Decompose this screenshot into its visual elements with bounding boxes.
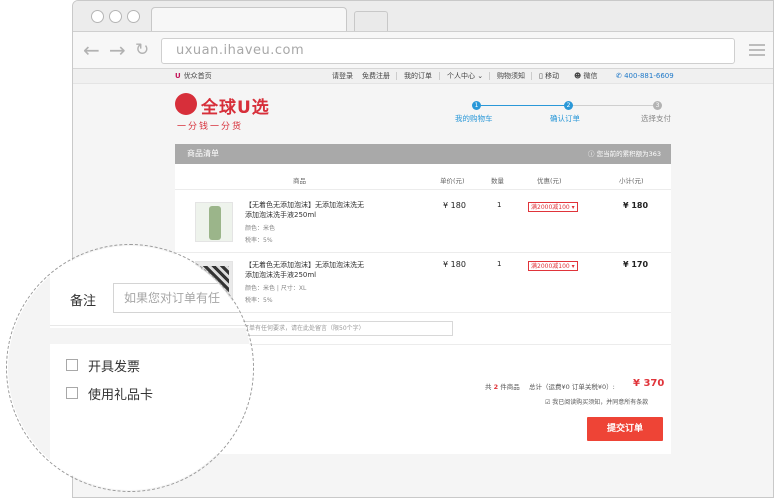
wechat-link[interactable]: ☻ 微信: [574, 69, 598, 83]
col-subtotal: 小计(元): [619, 177, 644, 185]
order-total: ¥ 370: [633, 378, 665, 389]
order-total-detail: 总计（运费¥0 订单关税¥0）:: [529, 383, 615, 391]
quantity: 1: [497, 260, 502, 268]
reload-icon[interactable]: ↻: [135, 39, 149, 61]
invoice-label: 开具发票: [88, 360, 141, 375]
forward-arrow-icon[interactable]: →: [109, 39, 126, 61]
item-subtotal: ¥ 180: [623, 201, 649, 210]
browser-tab[interactable]: [151, 7, 347, 32]
window-close-icon[interactable]: [91, 10, 104, 23]
col-product: 商品: [293, 177, 306, 185]
quantity: 1: [497, 201, 502, 209]
register-link[interactable]: 免费注册: [362, 69, 390, 83]
product-spec: 颜色：米色 | 尺寸：XL: [245, 285, 307, 292]
site-topbar: U 优众首页 请登录 免费注册 我的订单 个人中心 ⌄ 购物须知 ▯ 移动 ☻ 微…: [73, 69, 773, 84]
phone-icon: ▯: [539, 72, 543, 80]
item-count: 共 2 件商品: [485, 383, 520, 391]
home-link[interactable]: U 优众首页: [175, 69, 212, 83]
agree-terms[interactable]: ☑ 我已阅读购买须知，并同意所有条款: [545, 397, 648, 406]
product-spec: 颜色：米色: [245, 225, 276, 232]
giftcard-label: 使用礼品卡: [88, 388, 154, 403]
panel-title: 商品清单: [187, 149, 219, 158]
shopping-guide-link[interactable]: 购物须知: [497, 69, 525, 83]
window-minimize-icon[interactable]: [109, 10, 122, 23]
col-qty: 数量: [491, 177, 504, 185]
mobile-link[interactable]: ▯ 移动: [539, 69, 559, 83]
promo-select[interactable]: 满2000减100 ▾: [528, 261, 578, 271]
my-orders-link[interactable]: 我的订单: [404, 69, 432, 83]
unit-price: ¥ 180: [443, 260, 466, 269]
product-image[interactable]: [195, 202, 233, 242]
logo-slogan: 一分钱一分货: [177, 122, 244, 132]
hamburger-menu-icon[interactable]: [749, 44, 765, 59]
hotline: ✆ 400-881-6609: [616, 72, 674, 80]
step-1-label: 我的购物车: [455, 114, 493, 123]
col-price: 单价(元): [440, 177, 465, 185]
step-3-label: 选择支付: [641, 114, 671, 123]
product-name[interactable]: 【无着色无添加泡沫】无添加泡沫洗无添加泡沫洗手液250ml: [245, 260, 365, 280]
points-hint: ⓘ 您当前的累积额为363: [588, 150, 661, 158]
step-3-dot: 3: [653, 101, 662, 110]
item-subtotal: ¥ 170: [623, 260, 649, 269]
panel-header: 商品清单 ⓘ 您当前的累积额为363: [175, 144, 671, 164]
step-1-dot: 1: [472, 101, 481, 110]
new-tab-button[interactable]: [354, 11, 388, 31]
logo-brand: 全球U选: [201, 98, 270, 118]
order-note-input[interactable]: 订单有任何要求，请在此处留言（限50个字）: [239, 321, 453, 336]
back-arrow-icon[interactable]: ←: [83, 39, 100, 61]
col-discount: 优惠(元): [537, 177, 562, 185]
checkout-steps: 1 2 3 我的购物车 确认订单 选择支付: [453, 99, 683, 129]
login-link[interactable]: 请登录: [332, 69, 353, 83]
wechat-icon: ☻: [574, 72, 582, 80]
product-tax: 税率：5%: [245, 237, 273, 244]
zoom-magnifier: 备注 如果您对订单有任 开具发票 使用礼品卡: [8, 246, 252, 490]
site-logo[interactable]: 全球U选 一分钱一分货: [175, 93, 275, 133]
user-center-link[interactable]: 个人中心 ⌄: [447, 69, 483, 83]
step-2-dot: 2: [564, 101, 573, 110]
note-label: 备注: [70, 294, 97, 309]
product-name[interactable]: 【无着色无添加泡沫】无添加泡沫洗无添加泡沫洗手液250ml: [245, 200, 365, 220]
giftcard-checkbox[interactable]: [66, 387, 78, 399]
browser-titlebar: [73, 1, 773, 32]
invoice-checkbox[interactable]: [66, 359, 78, 371]
zoom-note-input[interactable]: 如果您对订单有任: [113, 283, 252, 313]
unit-price: ¥ 180: [443, 201, 466, 210]
plane-icon: [175, 93, 197, 115]
submit-order-button[interactable]: 提交订单: [587, 417, 663, 441]
window-maximize-icon[interactable]: [127, 10, 140, 23]
step-2-label: 确认订单: [550, 114, 580, 123]
browser-navbar: ← → ↻ uxuan.ihaveu.com: [73, 31, 773, 69]
address-bar[interactable]: uxuan.ihaveu.com: [161, 38, 735, 64]
promo-select[interactable]: 满2000减100 ▾: [528, 202, 578, 212]
